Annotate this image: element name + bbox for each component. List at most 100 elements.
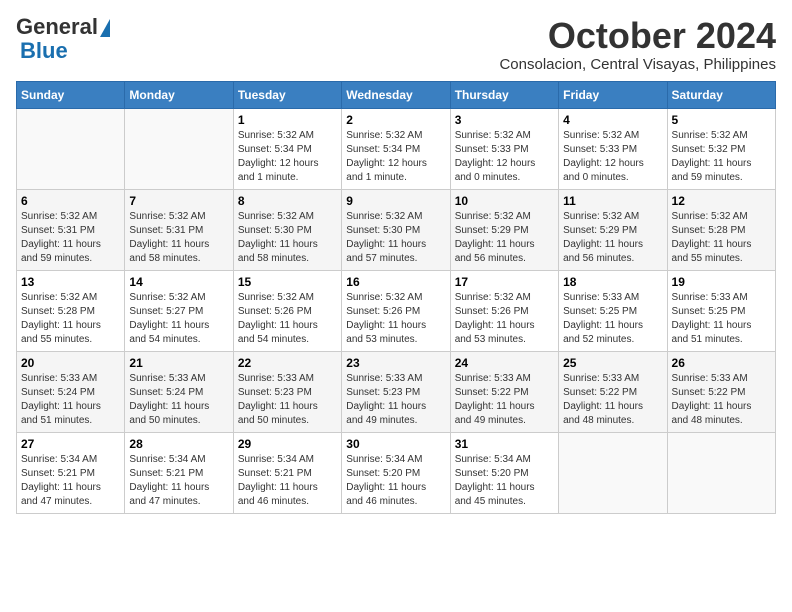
calendar-cell: 9 Sunrise: 5:32 AMSunset: 5:30 PMDaylight…	[342, 189, 450, 270]
calendar-cell	[667, 432, 775, 513]
calendar-cell: 6 Sunrise: 5:32 AMSunset: 5:31 PMDaylight…	[17, 189, 125, 270]
day-number: 9	[346, 194, 445, 208]
day-info: Sunrise: 5:33 AMSunset: 5:22 PMDaylight:…	[455, 372, 554, 428]
calendar-cell: 28 Sunrise: 5:34 AMSunset: 5:21 PMDayligh…	[125, 432, 233, 513]
page-header: General Blue October 2024 Consolacion, C…	[16, 16, 776, 73]
column-header-saturday: Saturday	[667, 81, 775, 108]
day-number: 16	[346, 275, 445, 289]
day-number: 18	[563, 275, 662, 289]
day-number: 5	[672, 113, 771, 127]
day-number: 29	[238, 437, 337, 451]
column-header-thursday: Thursday	[450, 81, 558, 108]
day-number: 27	[21, 437, 120, 451]
calendar-cell: 2Sunrise: 5:32 AMSunset: 5:34 PMDaylight…	[342, 108, 450, 189]
day-info: Sunrise: 5:32 AMSunset: 5:28 PMDaylight:…	[672, 210, 771, 266]
day-info: Sunrise: 5:34 AMSunset: 5:21 PMDaylight:…	[129, 453, 228, 509]
calendar-cell: 18Sunrise: 5:33 AMSunset: 5:25 PMDayligh…	[559, 270, 667, 351]
day-info: Sunrise: 5:32 AMSunset: 5:31 PMDaylight:…	[21, 210, 120, 266]
calendar-cell: 30 Sunrise: 5:34 AMSunset: 5:20 PMDayligh…	[342, 432, 450, 513]
day-info: Sunrise: 5:32 AMSunset: 5:34 PMDaylight:…	[346, 129, 445, 185]
column-header-tuesday: Tuesday	[233, 81, 341, 108]
calendar-cell: 23 Sunrise: 5:33 AMSunset: 5:23 PMDayligh…	[342, 351, 450, 432]
day-number: 24	[455, 356, 554, 370]
day-info: Sunrise: 5:32 AMSunset: 5:31 PMDaylight:…	[129, 210, 228, 266]
calendar-cell	[559, 432, 667, 513]
calendar-body: 1 Sunrise: 5:32 AMSunset: 5:34 PMDaylight…	[17, 108, 776, 513]
day-info: Sunrise: 5:32 AMSunset: 5:30 PMDaylight:…	[346, 210, 445, 266]
day-number: 17	[455, 275, 554, 289]
calendar-cell: 7Sunrise: 5:32 AMSunset: 5:31 PMDaylight…	[125, 189, 233, 270]
day-info: Sunrise: 5:34 AMSunset: 5:20 PMDaylight:…	[346, 453, 445, 509]
day-number: 26	[672, 356, 771, 370]
calendar-cell: 14 Sunrise: 5:32 AMSunset: 5:27 PMDayligh…	[125, 270, 233, 351]
day-info: Sunrise: 5:33 AMSunset: 5:22 PMDaylight:…	[672, 372, 771, 428]
day-number: 30	[346, 437, 445, 451]
day-number: 1	[238, 113, 337, 127]
title-block: October 2024 Consolacion, Central Visaya…	[499, 16, 776, 73]
day-number: 22	[238, 356, 337, 370]
day-number: 3	[455, 113, 554, 127]
day-number: 13	[21, 275, 120, 289]
week-row-4: 20 Sunrise: 5:33 AMSunset: 5:24 PMDayligh…	[17, 351, 776, 432]
day-info: Sunrise: 5:33 AMSunset: 5:25 PMDaylight:…	[672, 291, 771, 347]
day-number: 25	[563, 356, 662, 370]
calendar-cell: 25 Sunrise: 5:33 AMSunset: 5:22 PMDayligh…	[559, 351, 667, 432]
week-row-2: 6 Sunrise: 5:32 AMSunset: 5:31 PMDaylight…	[17, 189, 776, 270]
day-info: Sunrise: 5:32 AMSunset: 5:33 PMDaylight:…	[563, 129, 662, 185]
day-number: 8	[238, 194, 337, 208]
day-info: Sunrise: 5:34 AMSunset: 5:21 PMDaylight:…	[21, 453, 120, 509]
calendar-cell: 5Sunrise: 5:32 AMSunset: 5:32 PMDaylight…	[667, 108, 775, 189]
day-number: 31	[455, 437, 554, 451]
day-number: 6	[21, 194, 120, 208]
calendar-cell: 8 Sunrise: 5:32 AMSunset: 5:30 PMDaylight…	[233, 189, 341, 270]
calendar-cell: 31 Sunrise: 5:34 AMSunset: 5:20 PMDayligh…	[450, 432, 558, 513]
day-number: 14	[129, 275, 228, 289]
day-info: Sunrise: 5:32 AMSunset: 5:28 PMDaylight:…	[21, 291, 120, 347]
logo: General Blue	[16, 16, 110, 64]
calendar-cell: 17 Sunrise: 5:32 AMSunset: 5:26 PMDayligh…	[450, 270, 558, 351]
calendar-cell: 12 Sunrise: 5:32 AMSunset: 5:28 PMDayligh…	[667, 189, 775, 270]
day-info: Sunrise: 5:32 AMSunset: 5:26 PMDaylight:…	[455, 291, 554, 347]
day-info: Sunrise: 5:33 AMSunset: 5:24 PMDaylight:…	[129, 372, 228, 428]
logo-text: General	[16, 16, 110, 38]
column-header-wednesday: Wednesday	[342, 81, 450, 108]
day-info: Sunrise: 5:32 AMSunset: 5:29 PMDaylight:…	[455, 210, 554, 266]
calendar-cell: 10 Sunrise: 5:32 AMSunset: 5:29 PMDayligh…	[450, 189, 558, 270]
day-number: 23	[346, 356, 445, 370]
day-info: Sunrise: 5:34 AMSunset: 5:20 PMDaylight:…	[455, 453, 554, 509]
day-info: Sunrise: 5:32 AMSunset: 5:34 PMDaylight:…	[238, 129, 337, 185]
day-info: Sunrise: 5:32 AMSunset: 5:26 PMDaylight:…	[346, 291, 445, 347]
day-number: 15	[238, 275, 337, 289]
calendar-table: SundayMondayTuesdayWednesdayThursdayFrid…	[16, 81, 776, 514]
calendar-cell: 11 Sunrise: 5:32 AMSunset: 5:29 PMDayligh…	[559, 189, 667, 270]
month-title: October 2024	[499, 16, 776, 56]
day-info: Sunrise: 5:32 AMSunset: 5:30 PMDaylight:…	[238, 210, 337, 266]
calendar-cell: 3 Sunrise: 5:32 AMSunset: 5:33 PMDaylight…	[450, 108, 558, 189]
calendar-cell: 21 Sunrise: 5:33 AMSunset: 5:24 PMDayligh…	[125, 351, 233, 432]
week-row-3: 13 Sunrise: 5:32 AMSunset: 5:28 PMDayligh…	[17, 270, 776, 351]
day-number: 11	[563, 194, 662, 208]
day-number: 21	[129, 356, 228, 370]
day-info: Sunrise: 5:32 AMSunset: 5:33 PMDaylight:…	[455, 129, 554, 185]
day-number: 20	[21, 356, 120, 370]
column-header-sunday: Sunday	[17, 81, 125, 108]
calendar-header-row: SundayMondayTuesdayWednesdayThursdayFrid…	[17, 81, 776, 108]
logo-blue: Blue	[20, 38, 68, 63]
day-info: Sunrise: 5:33 AMSunset: 5:23 PMDaylight:…	[346, 372, 445, 428]
calendar-cell: 24 Sunrise: 5:33 AMSunset: 5:22 PMDayligh…	[450, 351, 558, 432]
day-number: 12	[672, 194, 771, 208]
day-number: 10	[455, 194, 554, 208]
location-title: Consolacion, Central Visayas, Philippine…	[499, 56, 776, 73]
week-row-1: 1 Sunrise: 5:32 AMSunset: 5:34 PMDaylight…	[17, 108, 776, 189]
day-info: Sunrise: 5:32 AMSunset: 5:27 PMDaylight:…	[129, 291, 228, 347]
day-info: Sunrise: 5:32 AMSunset: 5:29 PMDaylight:…	[563, 210, 662, 266]
day-number: 28	[129, 437, 228, 451]
calendar-cell: 13 Sunrise: 5:32 AMSunset: 5:28 PMDayligh…	[17, 270, 125, 351]
calendar-cell: 22Sunrise: 5:33 AMSunset: 5:23 PMDayligh…	[233, 351, 341, 432]
calendar-cell: 19 Sunrise: 5:33 AMSunset: 5:25 PMDayligh…	[667, 270, 775, 351]
day-info: Sunrise: 5:33 AMSunset: 5:22 PMDaylight:…	[563, 372, 662, 428]
calendar-cell	[125, 108, 233, 189]
day-number: 4	[563, 113, 662, 127]
calendar-cell: 16 Sunrise: 5:32 AMSunset: 5:26 PMDayligh…	[342, 270, 450, 351]
day-number: 19	[672, 275, 771, 289]
